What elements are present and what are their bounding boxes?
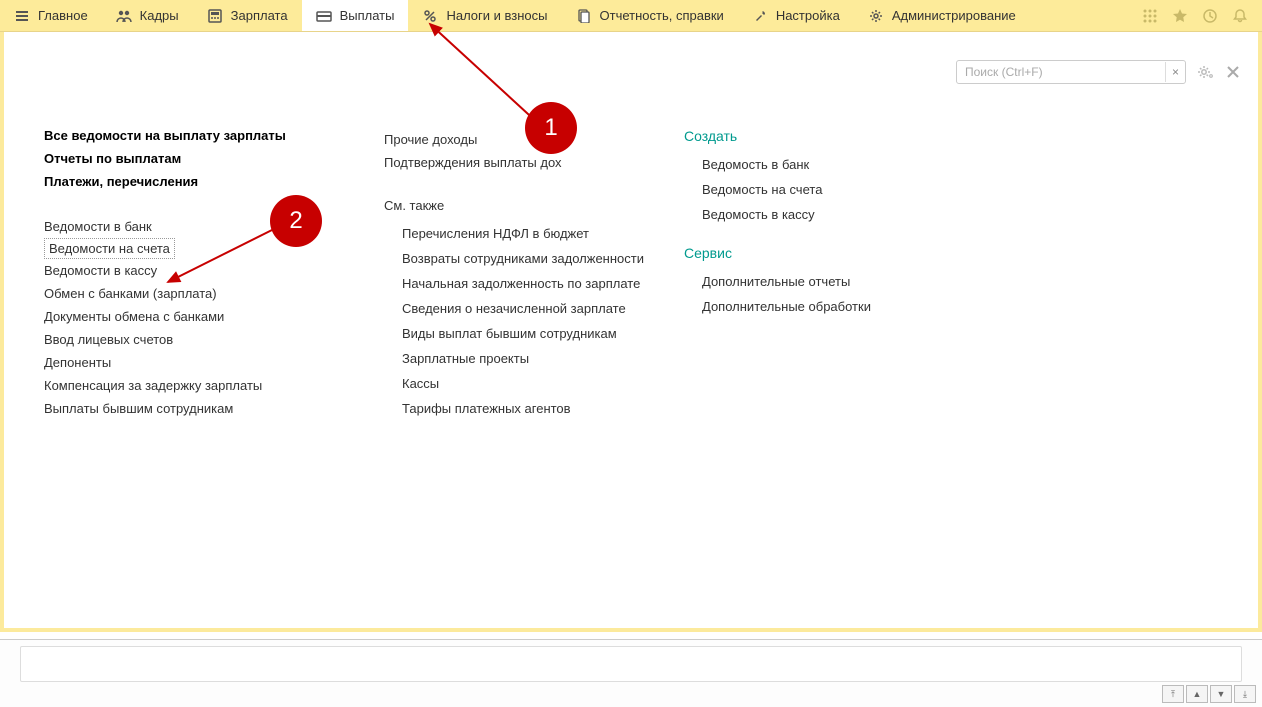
column-3: Создать Ведомость в банк Ведомость на сч… <box>684 128 944 421</box>
docs-icon <box>576 8 592 24</box>
nav-label: Выплаты <box>340 8 395 23</box>
gear-icon <box>868 8 884 24</box>
service-head[interactable]: Сервис <box>684 245 944 261</box>
link-vozvraty[interactable]: Возвраты сотрудниками задолженности <box>402 246 644 271</box>
search-clear-icon[interactable]: × <box>1165 62 1185 82</box>
group-payments[interactable]: Платежи, перечисления <box>44 174 344 189</box>
link-kompensaciya[interactable]: Компенсация за задержку зарплаты <box>44 374 344 397</box>
nav-kadry[interactable]: Кадры <box>102 0 193 31</box>
close-icon[interactable] <box>1226 65 1240 79</box>
link-prochie-dohody[interactable]: Прочие доходы <box>384 128 644 151</box>
service-obrabotki[interactable]: Дополнительные обработки <box>702 294 944 319</box>
menu-icon <box>14 8 30 24</box>
history-icon[interactable] <box>1200 6 1220 26</box>
settings-icon[interactable] <box>1196 63 1216 81</box>
nav-vyplaty[interactable]: Выплаты <box>302 0 409 31</box>
scroll-top-icon[interactable]: ⤒ <box>1162 685 1184 703</box>
calculator-icon <box>207 8 223 24</box>
top-navigation: Главное Кадры Зарплата Выплаты Налоги и … <box>0 0 1262 32</box>
bell-icon[interactable] <box>1230 6 1250 26</box>
link-vvod-schetov[interactable]: Ввод лицевых счетов <box>44 328 344 351</box>
nav-label: Главное <box>38 8 88 23</box>
link-kassy[interactable]: Кассы <box>402 371 644 396</box>
content-area: × Все ведомости на выплату зарплаты Отче… <box>0 32 1262 632</box>
link-ndfl[interactable]: Перечисления НДФЛ в бюджет <box>402 221 644 246</box>
see-also-head: См. также <box>384 198 644 213</box>
nav-label: Отчетность, справки <box>600 8 724 23</box>
nav-nastroika[interactable]: Настройка <box>738 0 854 31</box>
wallet-icon <box>316 8 332 24</box>
nav-otchet[interactable]: Отчетность, справки <box>562 0 738 31</box>
column-2: Прочие доходы Подтверждения выплаты дох … <box>384 128 644 421</box>
service-otchety[interactable]: Дополнительные отчеты <box>702 269 944 294</box>
link-nach-zadolzh[interactable]: Начальная задолженность по зарплате <box>402 271 644 296</box>
nav-label: Администрирование <box>892 8 1016 23</box>
link-vyplaty-byvshim[interactable]: Выплаты бывшим сотрудникам <box>44 397 344 420</box>
scroll-bottom-icon[interactable]: ⤓ <box>1234 685 1256 703</box>
bottom-input-area[interactable] <box>20 646 1242 682</box>
search-input[interactable] <box>957 65 1165 79</box>
nav-label: Налоги и взносы <box>446 8 547 23</box>
wrench-icon <box>752 8 768 24</box>
percent-icon <box>422 8 438 24</box>
annotation-badge-2: 2 <box>270 195 322 247</box>
link-tarify[interactable]: Тарифы платежных агентов <box>402 396 644 421</box>
link-svedeniya[interactable]: Сведения о незачисленной зарплате <box>402 296 644 321</box>
link-vedomosti-kassu[interactable]: Ведомости в кассу <box>44 259 344 282</box>
nav-label: Кадры <box>140 8 179 23</box>
link-docs-obmen[interactable]: Документы обмена с банками <box>44 305 344 328</box>
nav-label: Настройка <box>776 8 840 23</box>
people-icon <box>116 8 132 24</box>
link-vidy-vyplat[interactable]: Виды выплат бывшим сотрудникам <box>402 321 644 346</box>
star-icon[interactable] <box>1170 6 1190 26</box>
scroll-up-icon[interactable]: ▲ <box>1186 685 1208 703</box>
nav-main[interactable]: Главное <box>0 0 102 31</box>
service-list: Дополнительные отчеты Дополнительные обр… <box>684 269 944 319</box>
nav-label: Зарплата <box>231 8 288 23</box>
tools-row: × <box>956 60 1240 84</box>
create-ved-kassu[interactable]: Ведомость в кассу <box>702 202 944 227</box>
create-list: Ведомость в банк Ведомость на счета Ведо… <box>684 152 944 227</box>
bottom-panel: ⤒ ▲ ▼ ⤓ <box>0 639 1262 707</box>
grid-icon[interactable] <box>1140 6 1160 26</box>
link-podtverzhdeniya[interactable]: Подтверждения выплаты дох <box>384 151 644 174</box>
link-deponenty[interactable]: Депоненты <box>44 351 344 374</box>
see-also-list: Перечисления НДФЛ в бюджет Возвраты сотр… <box>384 221 644 421</box>
nav-admin[interactable]: Администрирование <box>854 0 1030 31</box>
column-1: Все ведомости на выплату зарплаты Отчеты… <box>44 128 344 421</box>
link-zarpl-proekty[interactable]: Зарплатные проекты <box>402 346 644 371</box>
create-head[interactable]: Создать <box>684 128 944 144</box>
create-ved-scheta[interactable]: Ведомость на счета <box>702 177 944 202</box>
nav-nalogi[interactable]: Налоги и взносы <box>408 0 561 31</box>
group-all-statements[interactable]: Все ведомости на выплату зарплаты <box>44 128 344 143</box>
topbar-right <box>1140 0 1262 31</box>
bottom-buttons: ⤒ ▲ ▼ ⤓ <box>1162 685 1256 703</box>
group-reports[interactable]: Отчеты по выплатам <box>44 151 344 166</box>
menu-columns: Все ведомости на выплату зарплаты Отчеты… <box>4 32 1258 441</box>
link-obmen-bankami[interactable]: Обмен с банками (зарплата) <box>44 282 344 305</box>
nav-zarplata[interactable]: Зарплата <box>193 0 302 31</box>
annotation-badge-1: 1 <box>525 102 577 154</box>
create-ved-bank[interactable]: Ведомость в банк <box>702 152 944 177</box>
link-vedomosti-scheta[interactable]: Ведомости на счета <box>44 238 175 259</box>
search-box: × <box>956 60 1186 84</box>
scroll-down-icon[interactable]: ▼ <box>1210 685 1232 703</box>
